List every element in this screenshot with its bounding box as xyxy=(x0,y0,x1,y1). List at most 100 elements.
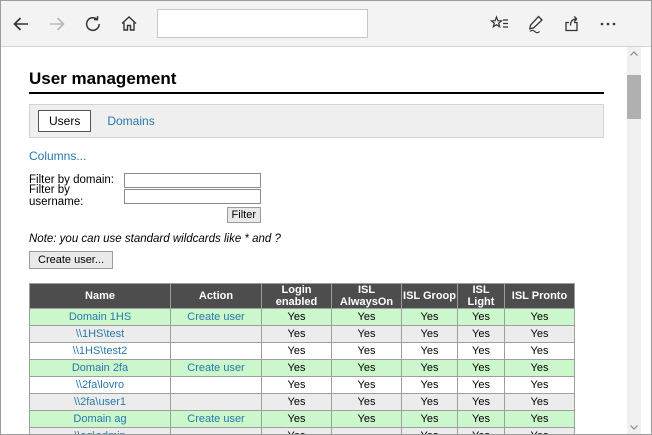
value-cell: Yes xyxy=(402,309,458,326)
value-cell: Yes xyxy=(505,309,575,326)
columns-link[interactable]: Columns... xyxy=(29,149,86,163)
domain-name-link[interactable]: Domain 2fa xyxy=(72,362,128,374)
value-cell: Yes xyxy=(458,394,505,411)
value-cell: Yes xyxy=(262,326,332,343)
value-cell: Yes xyxy=(458,326,505,343)
name-cell: \\2fa\user1 xyxy=(30,394,171,411)
value-cell: Yes xyxy=(402,326,458,343)
value-cell: Yes xyxy=(402,360,458,377)
action-cell xyxy=(171,343,262,360)
value-cell: Yes xyxy=(402,411,458,428)
users-table: NameActionLogin enabledISL AlwaysOnISL G… xyxy=(29,283,575,434)
action-cell[interactable]: Create user xyxy=(171,309,262,326)
page-body: User management UsersDomains Columns... … xyxy=(1,47,651,434)
value-cell xyxy=(332,428,402,435)
value-cell: Yes xyxy=(332,326,402,343)
column-header-3: ISL AlwaysOn xyxy=(332,284,402,309)
tab-domains[interactable]: Domains xyxy=(107,114,154,128)
username-link[interactable]: \\2fa\user1 xyxy=(74,396,126,408)
filter-username-input[interactable] xyxy=(124,189,261,204)
value-cell: Yes xyxy=(505,394,575,411)
value-cell: Yes xyxy=(458,411,505,428)
refresh-icon xyxy=(83,14,103,34)
action-cell xyxy=(171,428,262,435)
domain-name-link[interactable]: Domain ag xyxy=(73,413,126,425)
user-row: \\ag\adminYesYesYesYes xyxy=(30,428,575,435)
tab-users[interactable]: Users xyxy=(38,110,91,132)
back-button[interactable] xyxy=(3,7,39,41)
name-cell: Domain 1HS xyxy=(30,309,171,326)
value-cell: Yes xyxy=(262,394,332,411)
share-icon xyxy=(562,14,582,34)
column-header-5: ISL Light xyxy=(458,284,505,309)
filter-domain-input[interactable] xyxy=(124,173,261,188)
action-cell[interactable]: Create user xyxy=(171,411,262,428)
value-cell: Yes xyxy=(458,360,505,377)
value-cell: Yes xyxy=(332,360,402,377)
star-lines-icon xyxy=(490,14,510,34)
user-row: \\2fa\lovroYesYesYesYesYes xyxy=(30,377,575,394)
more-settings-button[interactable] xyxy=(590,7,626,41)
home-button[interactable] xyxy=(111,7,147,41)
value-cell: Yes xyxy=(402,377,458,394)
domain-name-link[interactable]: Domain 1HS xyxy=(69,311,131,323)
ellipsis-icon xyxy=(598,14,618,34)
value-cell: Yes xyxy=(332,309,402,326)
column-header-6: ISL Pronto xyxy=(505,284,575,309)
domain-row: Domain 1HSCreate userYesYesYesYesYes xyxy=(30,309,575,326)
pen-icon xyxy=(526,14,546,34)
domain-row: Domain agCreate userYesYesYesYesYes xyxy=(30,411,575,428)
username-link[interactable]: \\1HS\test2 xyxy=(73,345,127,357)
value-cell: Yes xyxy=(262,360,332,377)
username-link[interactable]: \\2fa\lovro xyxy=(76,379,124,391)
name-cell: \\2fa\lovro xyxy=(30,377,171,394)
user-row: \\1HS\test2YesYesYesYesYes xyxy=(30,343,575,360)
action-cell[interactable]: Create user xyxy=(171,360,262,377)
column-header-2: Login enabled xyxy=(262,284,332,309)
name-cell: \\1HS\test xyxy=(30,326,171,343)
value-cell: Yes xyxy=(402,343,458,360)
create-user-link[interactable]: Create user xyxy=(187,362,244,374)
page-scrollbar[interactable] xyxy=(627,47,641,434)
refresh-button[interactable] xyxy=(75,7,111,41)
create-user-link[interactable]: Create user xyxy=(187,311,244,323)
username-link[interactable]: \\ag\admin xyxy=(74,430,125,434)
value-cell: Yes xyxy=(505,411,575,428)
page-title: User management xyxy=(29,68,604,94)
scrollbar-down-arrow[interactable] xyxy=(627,421,641,434)
value-cell: Yes xyxy=(262,428,332,435)
scrollbar-up-arrow[interactable] xyxy=(627,47,641,60)
web-note-button[interactable] xyxy=(518,7,554,41)
toolbar-right-cluster xyxy=(482,7,626,41)
value-cell: Yes xyxy=(505,428,575,435)
name-cell: Domain 2fa xyxy=(30,360,171,377)
value-cell: Yes xyxy=(332,343,402,360)
home-icon xyxy=(119,14,139,34)
create-user-link[interactable]: Create user xyxy=(187,413,244,425)
value-cell: Yes xyxy=(262,309,332,326)
browser-window: User management UsersDomains Columns... … xyxy=(0,0,652,435)
value-cell: Yes xyxy=(332,377,402,394)
create-user-button[interactable]: Create user... xyxy=(29,251,113,269)
value-cell: Yes xyxy=(458,309,505,326)
table-header-row: NameActionLogin enabledISL AlwaysOnISL G… xyxy=(30,284,575,309)
forward-button[interactable] xyxy=(39,7,75,41)
hub-favorites-button[interactable] xyxy=(482,7,518,41)
value-cell: Yes xyxy=(402,428,458,435)
name-cell: Domain ag xyxy=(30,411,171,428)
value-cell: Yes xyxy=(458,343,505,360)
value-cell: Yes xyxy=(505,326,575,343)
scrollbar-thumb[interactable] xyxy=(627,75,641,119)
tabs-bar: Users Domains xyxy=(29,104,604,138)
username-link[interactable]: \\1HS\test xyxy=(76,328,124,340)
browser-toolbar xyxy=(1,1,651,47)
filter-button[interactable]: Filter xyxy=(227,207,261,223)
value-cell: Yes xyxy=(332,411,402,428)
value-cell: Yes xyxy=(458,377,505,394)
value-cell: Yes xyxy=(262,343,332,360)
user-row: \\1HS\testYesYesYesYesYes xyxy=(30,326,575,343)
wildcards-note: Note: you can use standard wildcards lik… xyxy=(29,233,604,245)
value-cell: Yes xyxy=(505,343,575,360)
address-bar-input[interactable] xyxy=(157,9,368,38)
share-button[interactable] xyxy=(554,7,590,41)
